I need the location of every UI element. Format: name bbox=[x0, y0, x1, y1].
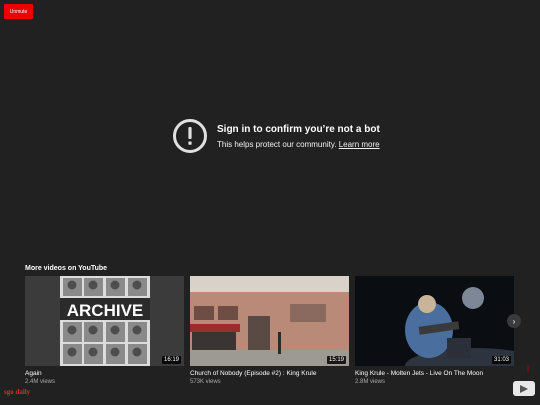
notice-subtitle: This helps protect our community. bbox=[217, 139, 337, 149]
video-title[interactable]: Church of Nobody (Episode #2) : King Kru… bbox=[190, 370, 349, 377]
bot-check-notice: Sign in to confirm you’re not a bot This… bbox=[172, 118, 380, 154]
learn-more-link[interactable]: Learn more bbox=[339, 140, 380, 149]
notice-title: Sign in to confirm you’re not a bot bbox=[217, 123, 380, 135]
youtube-logo-icon[interactable] bbox=[513, 381, 535, 396]
thumbnail-image bbox=[190, 276, 349, 366]
video-card[interactable]: 31:03 King Krule - Molten Jets - Live On… bbox=[355, 276, 514, 385]
video-thumbnail[interactable]: ARCHIVE 16:19 bbox=[25, 276, 184, 366]
unmute-button[interactable]: Unmute bbox=[4, 4, 33, 19]
video-title[interactable]: King Krule - Molten Jets - Live On The M… bbox=[355, 370, 514, 377]
video-card[interactable]: ARCHIVE 16:19 Again 2.4M views bbox=[25, 276, 184, 385]
video-views: 573K views bbox=[190, 379, 221, 385]
more-videos-heading: More videos on YouTube bbox=[25, 265, 108, 272]
video-duration: 16:19 bbox=[161, 356, 181, 364]
alert-circle-icon bbox=[173, 119, 207, 153]
thumbnail-image bbox=[355, 276, 514, 366]
video-views: 2.8M views bbox=[355, 379, 386, 385]
corner-mark: | bbox=[527, 364, 530, 373]
notice-subtitle-row: This helps protect our community. Learn … bbox=[217, 140, 380, 149]
watermark: sgo daily bbox=[4, 388, 31, 396]
chevron-right-icon[interactable]: › bbox=[507, 314, 521, 328]
video-card[interactable]: 15:19 Church of Nobody (Episode #2) : Ki… bbox=[190, 276, 349, 385]
video-views: 2.4M views bbox=[25, 379, 56, 385]
video-thumbnail[interactable]: 31:03 bbox=[355, 276, 514, 366]
video-thumbnail[interactable]: 15:19 bbox=[190, 276, 349, 366]
video-duration: 31:03 bbox=[491, 356, 511, 364]
thumbnail-archive-text: ARCHIVE bbox=[67, 301, 144, 320]
video-title[interactable]: Again bbox=[25, 370, 184, 377]
video-duration: 15:19 bbox=[326, 356, 346, 364]
thumbnail-image: ARCHIVE bbox=[25, 276, 184, 366]
